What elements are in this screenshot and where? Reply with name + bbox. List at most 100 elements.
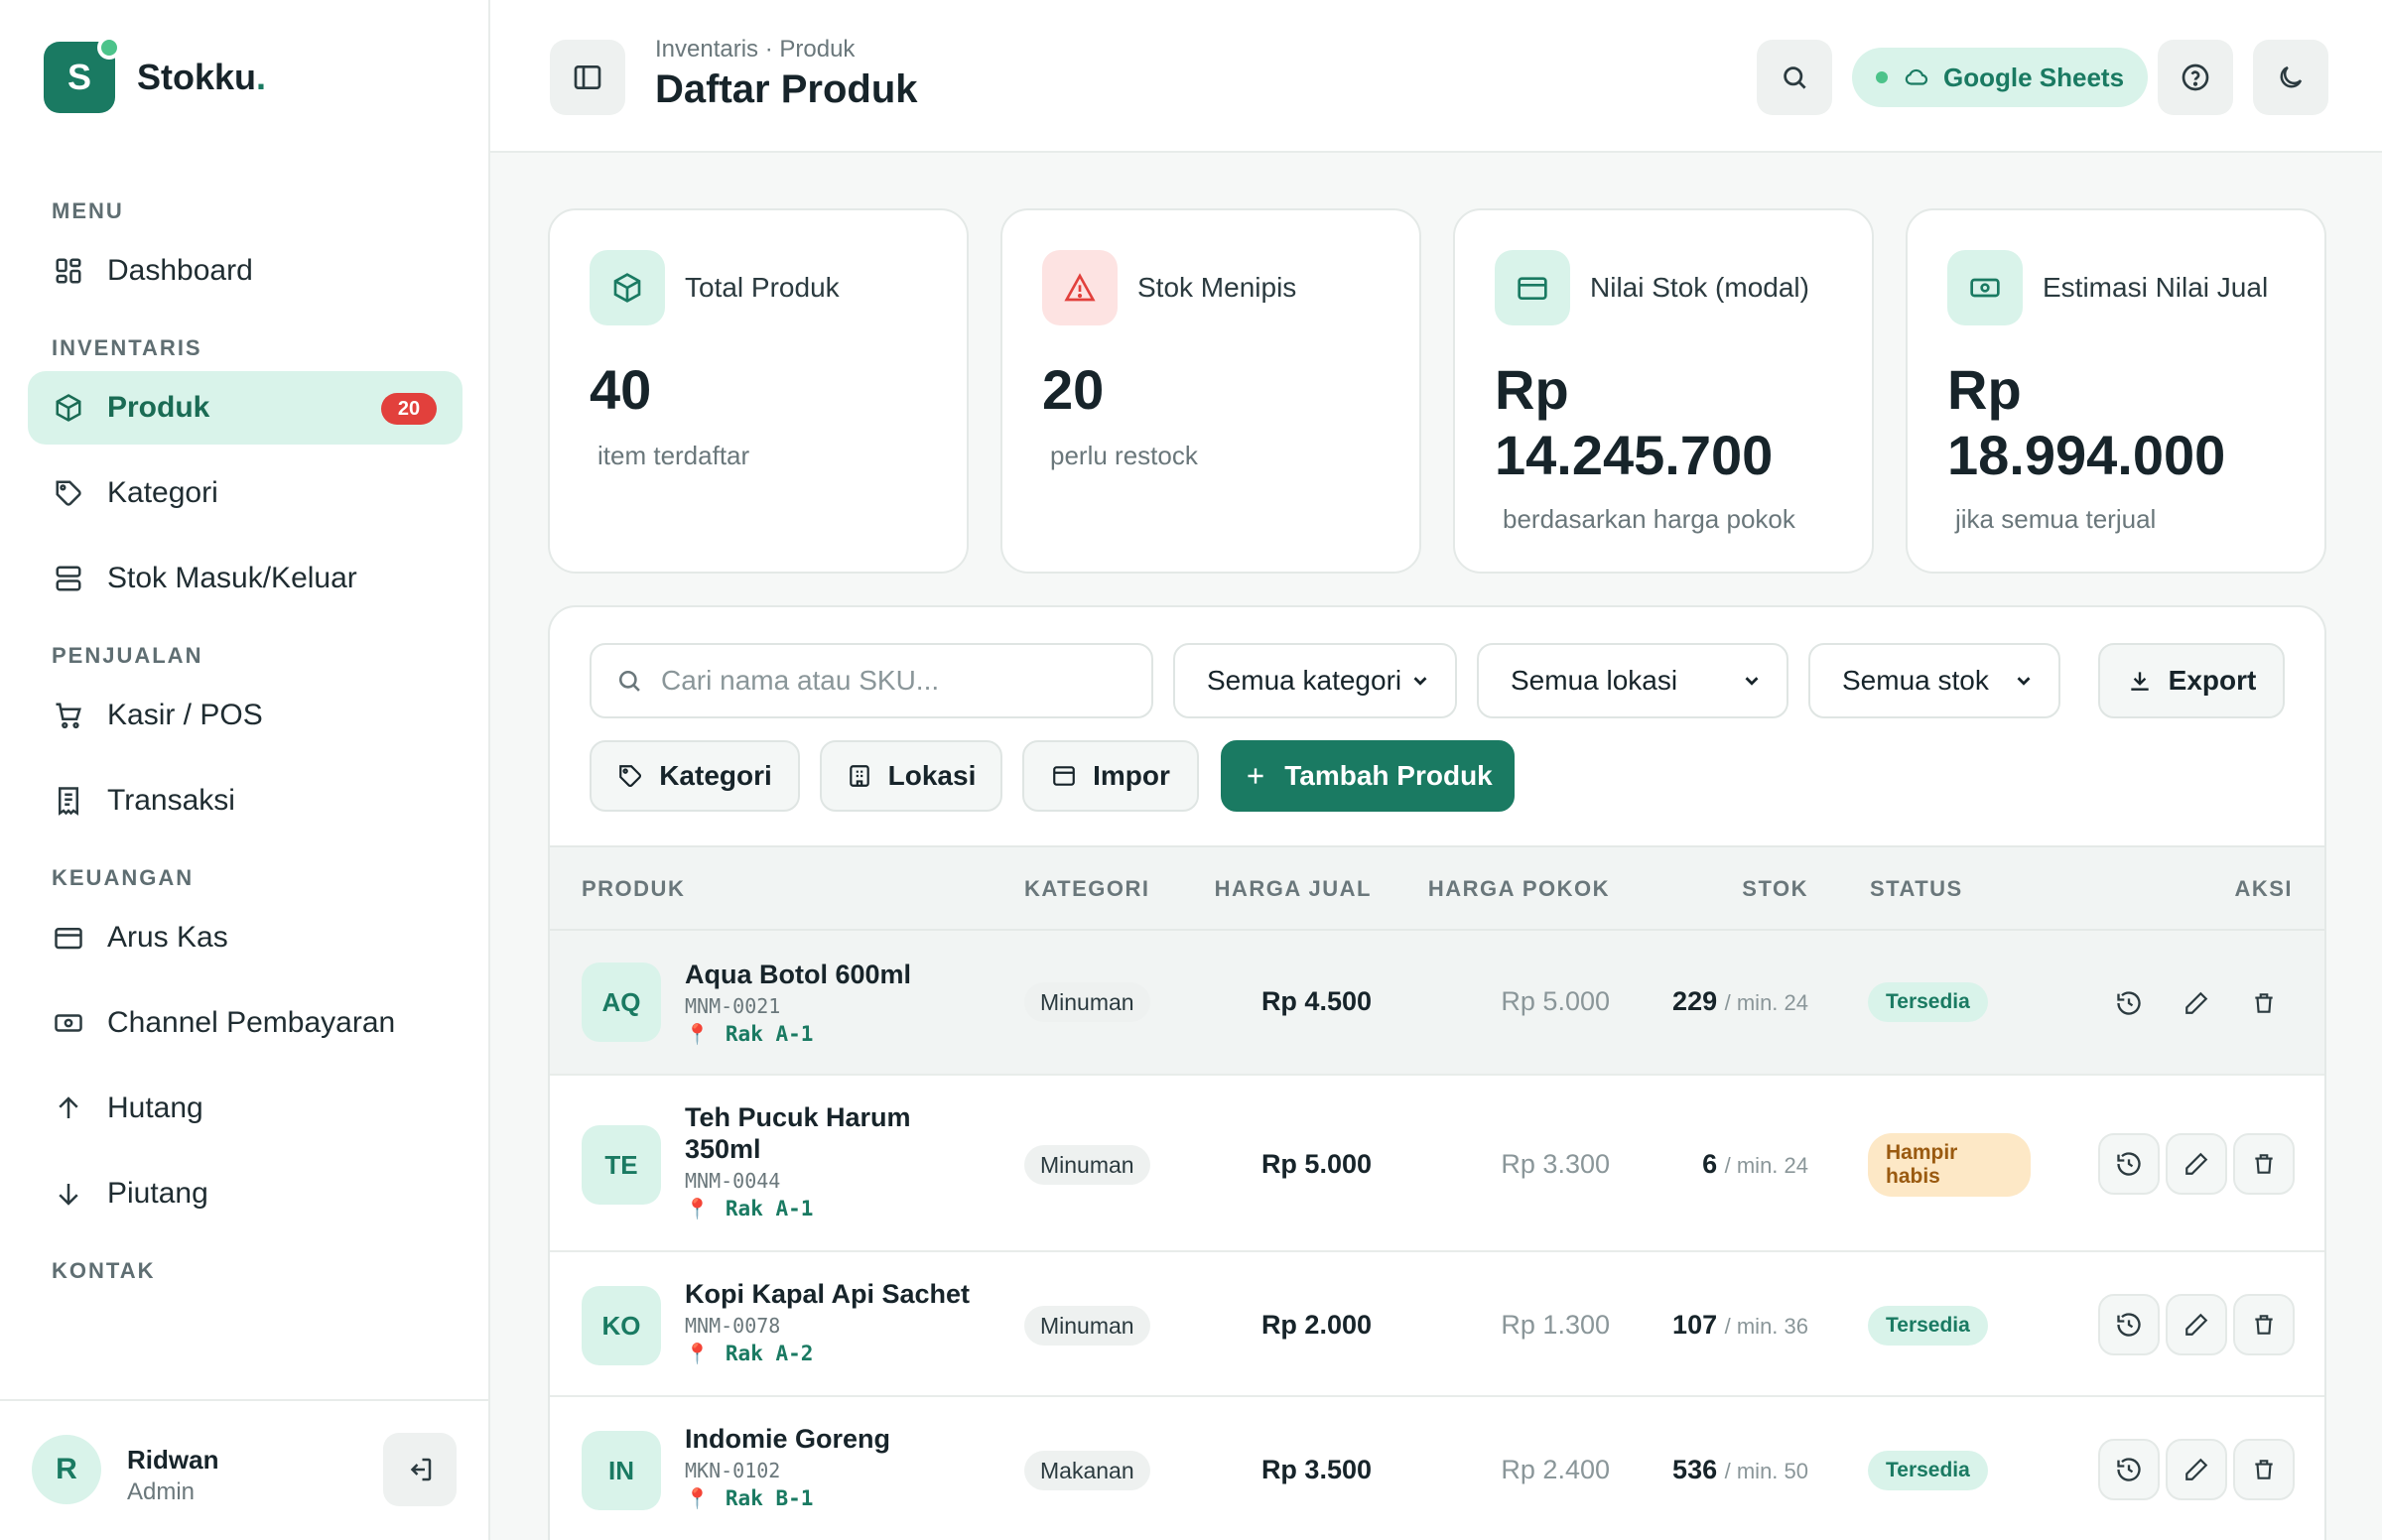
stat-label: Nilai Stok (modal) [1590, 272, 1809, 303]
product-name[interactable]: Indomie Goreng [685, 1423, 973, 1455]
stat-value: Rp 14.245.700 [1495, 357, 1852, 488]
delete-button[interactable] [2233, 1439, 2295, 1500]
column-header-stok[interactable]: STOK [1742, 847, 1808, 931]
search-button[interactable] [1757, 40, 1832, 115]
arrow-up-icon [52, 1091, 85, 1125]
location-filter-select[interactable]: Semua lokasi [1477, 643, 1788, 718]
stat-card-stok-menipis: Stok Menipis 20 perlu restock [1000, 208, 1421, 574]
logo-letter: S [66, 57, 91, 97]
product-name[interactable]: Teh Pucuk Harum 350ml [685, 1101, 973, 1165]
delete-button[interactable] [2233, 972, 2295, 1034]
product-name[interactable]: Kopi Kapal Api Sachet [685, 1278, 973, 1310]
sidebar-item-kategori[interactable]: Kategori [28, 456, 463, 530]
sidebar-item-transaksi[interactable]: Transaksi [28, 764, 463, 837]
product-sku: MKN-0102 [685, 1459, 781, 1482]
sidebar-item-arus-kas[interactable]: Arus Kas [28, 901, 463, 974]
sidebar-item-dashboard[interactable]: Dashboard [28, 234, 463, 308]
export-button[interactable]: Export [2098, 643, 2285, 718]
search-field[interactable] [590, 643, 1153, 718]
help-icon [2182, 64, 2209, 91]
banknote-icon [52, 1006, 85, 1040]
manage-location-button[interactable]: Lokasi [820, 740, 1002, 812]
sidebar-item-label: Transaksi [107, 784, 235, 817]
column-header-produk[interactable]: PRODUK [582, 847, 685, 931]
sidebar-item-produk[interactable]: Produk 20 [28, 371, 463, 445]
select-value: Semua kategori [1207, 665, 1402, 696]
column-header-harga-pokok[interactable]: HARGA POKOK [1428, 847, 1610, 931]
manage-category-button[interactable]: Kategori [590, 740, 800, 812]
nav-section-menu: MENU [52, 198, 124, 223]
sidebar-item-label: Dashboard [107, 254, 253, 287]
table-row[interactable]: KO Kopi Kapal Api Sachet MNM-0078 📍 Rak A… [550, 1252, 2324, 1397]
user-name: Ridwan [127, 1445, 219, 1475]
stock-min: / min. 50 [1724, 1459, 1808, 1483]
breadcrumb: Inventaris · Produk [655, 36, 856, 63]
stock-min: / min. 24 [1724, 1153, 1808, 1178]
sidebar-item-hutang[interactable]: Hutang [28, 1072, 463, 1145]
sidebar-item-stok-masuk-keluar[interactable]: Stok Masuk/Keluar [28, 542, 463, 615]
sidebar-item-channel-pembayaran[interactable]: Channel Pembayaran [28, 986, 463, 1060]
edit-button[interactable] [2166, 1439, 2227, 1500]
sell-price: Rp 5.000 [1260, 1149, 1372, 1179]
logout-icon [410, 1458, 432, 1481]
receipt-icon [52, 784, 85, 818]
help-button[interactable] [2158, 40, 2233, 115]
sidebar-item-label: Piutang [107, 1177, 208, 1210]
status-line: Hampir [1886, 1141, 1958, 1164]
sidebar-item-label: Arus Kas [107, 921, 228, 954]
product-code-avatar: TE [582, 1125, 661, 1205]
edit-button[interactable] [2166, 1133, 2227, 1195]
sidebar-toggle-button[interactable] [550, 40, 625, 115]
history-button[interactable] [2098, 1133, 2160, 1195]
brand[interactable]: S Stokku. [44, 36, 266, 113]
stock-filter-select[interactable]: Semua stok [1808, 643, 2060, 718]
trash-icon [2255, 1154, 2273, 1174]
search-input[interactable] [661, 665, 1137, 697]
location-label: Rak A-2 [725, 1342, 814, 1365]
status-badge: Hampir habis [1868, 1133, 2031, 1197]
google-sheets-status[interactable]: Google Sheets [1852, 48, 2149, 107]
sidebar-item-label: Kategori [107, 476, 218, 509]
logout-button[interactable] [383, 1433, 457, 1506]
stat-value-currency: Rp [1495, 358, 1569, 421]
alert-triangle-icon [1042, 250, 1118, 325]
edit-button[interactable] [2166, 972, 2227, 1034]
edit-button[interactable] [2166, 1294, 2227, 1355]
location-label: Rak A-1 [725, 1197, 814, 1220]
column-header-kategori[interactable]: KATEGORI [1024, 847, 1149, 931]
nav-section-inventaris: INVENTARIS [52, 335, 202, 360]
stock-qty: 107 [1672, 1310, 1718, 1340]
user-panel: R Ridwan Admin [0, 1399, 488, 1540]
sidebar-item-piutang[interactable]: Piutang [28, 1157, 463, 1230]
export-label: Export [2168, 665, 2257, 696]
stat-card-estimasi-nilai-jual: Estimasi Nilai Jual Rp 18.994.000 jika s… [1906, 208, 2326, 574]
topbar: Inventaris · Produk Daftar Produk Google… [490, 0, 2382, 153]
table-row[interactable]: AQ Aqua Botol 600ml MNM-0021 📍 Rak A-1 Mi… [550, 931, 2324, 1076]
history-button[interactable] [2098, 1439, 2160, 1500]
stat-label: Stok Menipis [1137, 272, 1297, 303]
import-button[interactable]: Impor [1022, 740, 1199, 812]
sidebar-item-label: Channel Pembayaran [107, 1006, 396, 1039]
avatar[interactable]: R [32, 1435, 101, 1504]
table-row[interactable]: TE Teh Pucuk Harum 350ml MNM-0044 📍 Rak A… [550, 1076, 2324, 1252]
column-header-status[interactable]: STATUS [1870, 847, 1963, 931]
history-button[interactable] [2098, 1294, 2160, 1355]
column-header-harga-jual[interactable]: HARGA JUAL [1215, 847, 1372, 931]
history-button[interactable] [2098, 972, 2160, 1034]
product-table-card: Semua kategori Semua lokasi Semua stok E… [548, 605, 2326, 1540]
add-product-button[interactable]: Tambah Produk [1221, 740, 1515, 812]
delete-button[interactable] [2233, 1294, 2295, 1355]
theme-toggle-button[interactable] [2253, 40, 2328, 115]
box-icon [590, 250, 665, 325]
delete-button[interactable] [2233, 1133, 2295, 1195]
table-row[interactable]: IN Indomie Goreng MKN-0102 📍 Rak B-1 Maka… [550, 1397, 2324, 1540]
pin-icon: 📍 [685, 1022, 710, 1046]
button-label: Lokasi [887, 760, 977, 791]
category-filter-select[interactable]: Semua kategori [1173, 643, 1457, 718]
sidebar-item-kasir-pos[interactable]: Kasir / POS [28, 679, 463, 752]
tag-icon [617, 763, 643, 789]
product-name[interactable]: Aqua Botol 600ml [685, 959, 973, 990]
stock-qty: 6 [1702, 1149, 1718, 1179]
nav-section-kontak: KONTAK [52, 1258, 156, 1283]
product-code-avatar: IN [582, 1431, 661, 1510]
